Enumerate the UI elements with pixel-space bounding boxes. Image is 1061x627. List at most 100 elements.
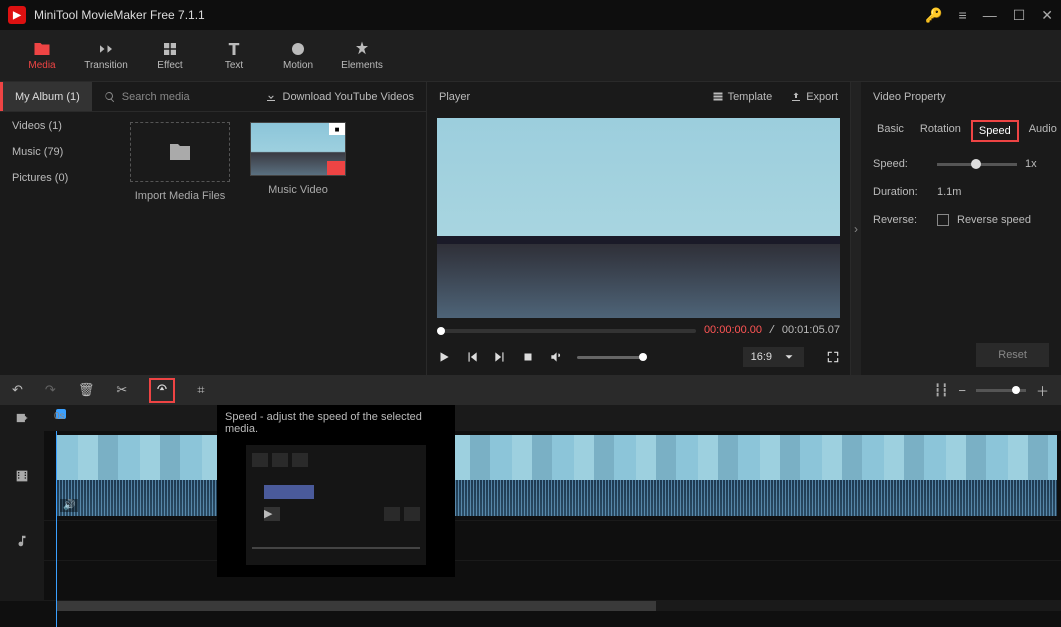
next-frame-button[interactable] xyxy=(493,350,507,364)
speed-tooltip: Speed - adjust the speed of the selected… xyxy=(217,405,455,577)
tab-effect[interactable]: Effect xyxy=(140,30,200,81)
duration-value: 1.1m xyxy=(937,186,961,198)
effect-icon xyxy=(161,40,179,58)
time-ruler[interactable]: 0s xyxy=(44,405,1061,430)
split-button[interactable]: ✂ xyxy=(116,382,127,398)
fullscreen-button[interactable] xyxy=(826,350,840,364)
tab-transition[interactable]: Transition xyxy=(76,30,136,81)
album-tab[interactable]: My Album (1) xyxy=(0,82,92,111)
ruler-start-label: 0s xyxy=(54,411,65,422)
speed-tool-button[interactable] xyxy=(149,378,175,403)
maximize-button[interactable]: ☐ xyxy=(1013,7,1026,24)
export-icon xyxy=(790,91,802,103)
tooltip-preview: ▶ xyxy=(246,445,426,565)
tab-elements[interactable]: Elements xyxy=(332,30,392,81)
media-clip[interactable]: ■ Music Video xyxy=(250,122,346,196)
timeline-toolbar: ↶ ↷ 🗑 ✂ ⌗ ┇┇ − ＋ xyxy=(0,375,1061,405)
zoom-slider[interactable] xyxy=(976,389,1026,392)
properties-panel: Video Property Basic Rotation Speed Audi… xyxy=(861,82,1061,375)
track-display-icon[interactable]: ┇┇ xyxy=(934,383,948,397)
playhead[interactable] xyxy=(56,431,57,627)
menu-icon[interactable]: ≡ xyxy=(959,7,967,23)
transition-icon xyxy=(97,40,115,58)
tab-text-label: Text xyxy=(225,60,243,71)
speedometer-icon xyxy=(155,382,169,396)
folder-icon xyxy=(168,140,192,164)
clip-thumbnail: ■ xyxy=(250,122,346,176)
elements-icon xyxy=(353,40,371,58)
media-panel: My Album (1) Search media Download YouTu… xyxy=(0,82,426,375)
tab-media[interactable]: Media xyxy=(12,30,72,81)
tab-motion-label: Motion xyxy=(283,60,313,71)
reverse-label: Reverse: xyxy=(873,214,929,226)
main-toolbar: Media Transition Effect Text Motion Elem… xyxy=(0,30,1061,82)
timeline-scrollbar[interactable] xyxy=(56,601,1061,611)
properties-title: Video Property xyxy=(861,82,1061,112)
aspect-ratio-select[interactable]: 16:9 xyxy=(743,347,804,367)
add-track-button[interactable] xyxy=(0,405,44,430)
zoom-in-button[interactable]: ＋ xyxy=(1036,381,1049,400)
download-youtube-button[interactable]: Download YouTube Videos xyxy=(253,91,427,103)
video-preview[interactable] xyxy=(437,118,840,318)
clip-label: Music Video xyxy=(268,184,328,196)
volume-icon[interactable] xyxy=(549,350,563,364)
prev-frame-button[interactable] xyxy=(465,350,479,364)
import-media-button[interactable]: Import Media Files xyxy=(130,122,230,202)
template-button[interactable]: Template xyxy=(712,91,773,103)
category-videos[interactable]: Videos (1) xyxy=(12,120,108,132)
undo-button[interactable]: ↶ xyxy=(12,382,23,398)
total-time: 00:01:05.07 xyxy=(782,324,840,336)
timeline-video-clip[interactable]: 🔊 xyxy=(56,435,1057,516)
tab-transition-label: Transition xyxy=(84,60,128,71)
prop-tab-audio[interactable]: Audio xyxy=(1023,120,1061,142)
category-music[interactable]: Music (79) xyxy=(12,146,108,158)
folder-icon xyxy=(33,40,51,58)
tab-motion[interactable]: Motion xyxy=(268,30,328,81)
template-icon xyxy=(712,91,724,103)
prop-tab-rotation[interactable]: Rotation xyxy=(914,120,967,142)
delete-button[interactable]: 🗑 xyxy=(78,382,95,398)
crop-button[interactable]: ⌗ xyxy=(197,382,204,398)
search-input[interactable]: Search media xyxy=(92,91,253,103)
audio-track-lane[interactable] xyxy=(44,521,1061,560)
zoom-out-button[interactable]: − xyxy=(958,383,966,398)
prop-tab-basic[interactable]: Basic xyxy=(871,120,910,142)
close-button[interactable]: ✕ xyxy=(1041,7,1053,24)
reverse-checkbox[interactable] xyxy=(937,214,949,226)
import-label: Import Media Files xyxy=(135,190,225,202)
volume-slider[interactable] xyxy=(577,356,647,359)
prop-tab-speed[interactable]: Speed xyxy=(971,120,1019,142)
reset-button[interactable]: Reset xyxy=(976,343,1049,367)
playback-scrubber[interactable] xyxy=(437,329,696,333)
collapse-properties-button[interactable]: › xyxy=(851,82,861,375)
player-label: Player xyxy=(439,91,470,103)
chevron-down-icon xyxy=(782,350,796,364)
player-panel: Player Template Export 00:00:00.00 / 00:… xyxy=(426,82,851,375)
reverse-checkbox-label: Reverse speed xyxy=(957,214,1031,226)
download-icon xyxy=(265,91,277,103)
search-icon xyxy=(104,91,116,103)
motion-icon xyxy=(289,40,307,58)
tab-media-label: Media xyxy=(28,60,55,71)
media-category-list: Videos (1) Music (79) Pictures (0) xyxy=(0,112,120,375)
audio-track-icon[interactable] xyxy=(0,521,44,560)
tab-elements-label: Elements xyxy=(341,60,383,71)
category-pictures[interactable]: Pictures (0) xyxy=(12,172,108,184)
redo-button[interactable]: ↷ xyxy=(45,382,56,398)
search-placeholder: Search media xyxy=(122,91,190,103)
speed-value: 1x xyxy=(1025,158,1037,170)
speed-slider[interactable] xyxy=(937,163,1017,166)
tab-text[interactable]: Text xyxy=(204,30,264,81)
minimize-button[interactable]: — xyxy=(983,7,997,23)
current-time: 00:00:00.00 xyxy=(704,324,762,336)
tab-effect-label: Effect xyxy=(157,60,182,71)
timeline: 0s 🔊 xyxy=(0,405,1061,627)
export-button[interactable]: Export xyxy=(790,91,838,103)
stop-button[interactable] xyxy=(521,350,535,364)
download-label: Download YouTube Videos xyxy=(283,91,415,103)
play-button[interactable] xyxy=(437,350,451,364)
clip-audio-icon[interactable]: 🔊 xyxy=(60,499,78,512)
key-icon[interactable]: 🔑 xyxy=(925,7,942,24)
video-track-icon[interactable] xyxy=(0,431,44,520)
video-badge-icon: ■ xyxy=(329,123,345,135)
